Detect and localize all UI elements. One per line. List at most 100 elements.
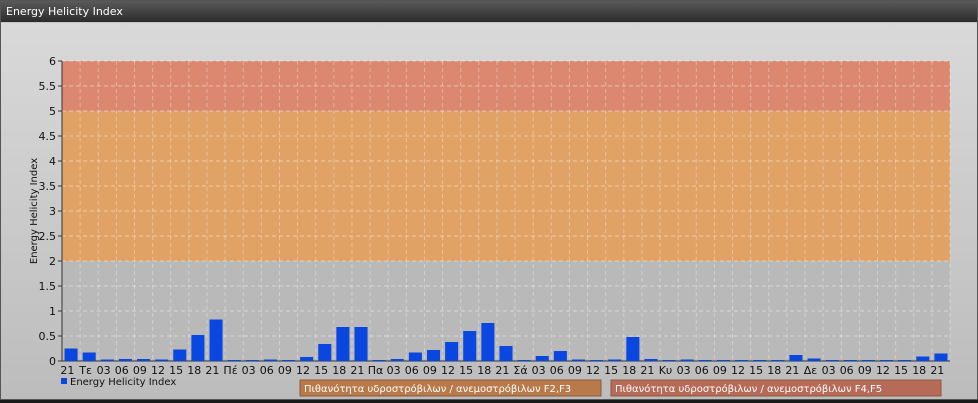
bar [735, 360, 749, 361]
x-tick-label: 06 [550, 364, 564, 377]
bar [354, 327, 368, 361]
x-tick-label: Τε [78, 364, 92, 377]
bar [517, 360, 531, 361]
x-tick-label: 06 [115, 364, 129, 377]
x-tick-label: 18 [767, 364, 781, 377]
x-tick-label: 15 [604, 364, 618, 377]
y-tick-label: 3.5 [39, 180, 57, 193]
x-tick-label: 21 [785, 364, 799, 377]
x-tick-label: 09 [568, 364, 582, 377]
x-tick-label: 03 [677, 364, 691, 377]
bar [916, 356, 930, 361]
band-legend-label-2: Πιθανότητα υδροστρόβιλων / ανεμοστρόβιλω… [615, 383, 882, 395]
x-tick-label: 12 [441, 364, 455, 377]
bar [372, 360, 386, 361]
x-tick-label: 15 [894, 364, 908, 377]
chart-area: 0 0.5 1 1.5 2 2.5 3 3.5 4 4.5 5 5.5 6 21 Τε 03 06 09 12 15 1… [1, 23, 977, 399]
x-tick-label: 15 [314, 364, 328, 377]
bar [300, 357, 314, 361]
x-tick-label: 09 [423, 364, 437, 377]
bar [82, 352, 96, 361]
window-title: Energy Helicity Index [1, 1, 977, 22]
bar [118, 359, 132, 361]
bar [861, 360, 875, 361]
bar [209, 319, 223, 361]
bar [698, 360, 712, 361]
bar [716, 360, 730, 361]
y-tick-label: 4 [49, 155, 56, 168]
x-tick-label: 12 [296, 364, 310, 377]
x-tick-label: 12 [586, 364, 600, 377]
x-tick-label: 12 [151, 364, 165, 377]
x-tick-label: 18 [622, 364, 636, 377]
y-tick-label: 6 [49, 55, 56, 68]
y-tick-label: 2 [49, 255, 56, 268]
x-tick-label: 18 [912, 364, 926, 377]
bar [137, 359, 151, 361]
bar [463, 331, 477, 361]
bar [771, 360, 785, 361]
bar [227, 360, 241, 361]
x-tick-label: 15 [749, 364, 763, 377]
bar [680, 359, 694, 361]
legend-label: Energy Helicity Index [70, 377, 176, 388]
x-tick-label: 21 [350, 364, 364, 377]
x-tick-label: 09 [713, 364, 727, 377]
bar [282, 360, 296, 361]
bar [191, 335, 205, 361]
x-tick-label: 03 [387, 364, 401, 377]
x-tick-label: 03 [242, 364, 256, 377]
x-tick-label: 21 [495, 364, 509, 377]
x-tick-label: 06 [405, 364, 419, 377]
y-axis-label: Energy Helicity Index [29, 158, 40, 264]
x-tick-label: 18 [187, 364, 201, 377]
x-tick-label: 18 [332, 364, 346, 377]
legend-swatch [61, 378, 67, 384]
bar [426, 350, 441, 361]
x-tick-label: Κυ [659, 364, 673, 377]
bar [100, 359, 114, 361]
x-tick-label: 21 [205, 364, 219, 377]
bar [807, 358, 821, 361]
y-tick-label: 2.5 [39, 230, 57, 243]
x-tick-label: 15 [169, 364, 183, 377]
x-tick-label: 21 [640, 364, 654, 377]
x-tick-label: 15 [459, 364, 473, 377]
bar [753, 360, 767, 361]
bar [408, 352, 422, 361]
x-tick-label: Πα [368, 364, 384, 377]
x-tick-label: 09 [858, 364, 872, 377]
y-tick-label: 1 [49, 305, 56, 318]
bar [789, 355, 803, 361]
bar [535, 356, 549, 361]
bar [608, 359, 622, 361]
bar [481, 323, 495, 361]
x-tick-label: 09 [133, 364, 147, 377]
x-tick-label: Πέ [223, 364, 237, 377]
x-tick-label: 12 [876, 364, 890, 377]
bar [499, 346, 513, 361]
bar [390, 359, 404, 361]
x-tick-label: 06 [840, 364, 854, 377]
y-tick-label: 1.5 [39, 280, 57, 293]
y-tick-label: 3 [49, 205, 56, 218]
bar [445, 342, 459, 361]
y-tick-label: 5.5 [39, 80, 57, 93]
bar [843, 360, 857, 361]
x-tick-label: 12 [731, 364, 745, 377]
y-tick-label: 5 [49, 105, 56, 118]
bar [644, 359, 658, 361]
x-tick-label: 03 [532, 364, 546, 377]
bar [553, 351, 567, 361]
x-tick-label: 21 [930, 364, 944, 377]
x-tick-label: 21 [60, 364, 74, 377]
chart-window: Energy Helicity Index 0 0.5 1 1.5 2 2.5 3 3.5 4 4… [0, 0, 978, 400]
bar [263, 359, 277, 361]
bar [662, 360, 676, 361]
y-tick-label: 0 [49, 355, 56, 368]
x-tick-label: 03 [822, 364, 836, 377]
bar [336, 327, 350, 361]
bar [155, 359, 169, 361]
bar [880, 360, 894, 361]
x-tick-label: 03 [97, 364, 111, 377]
